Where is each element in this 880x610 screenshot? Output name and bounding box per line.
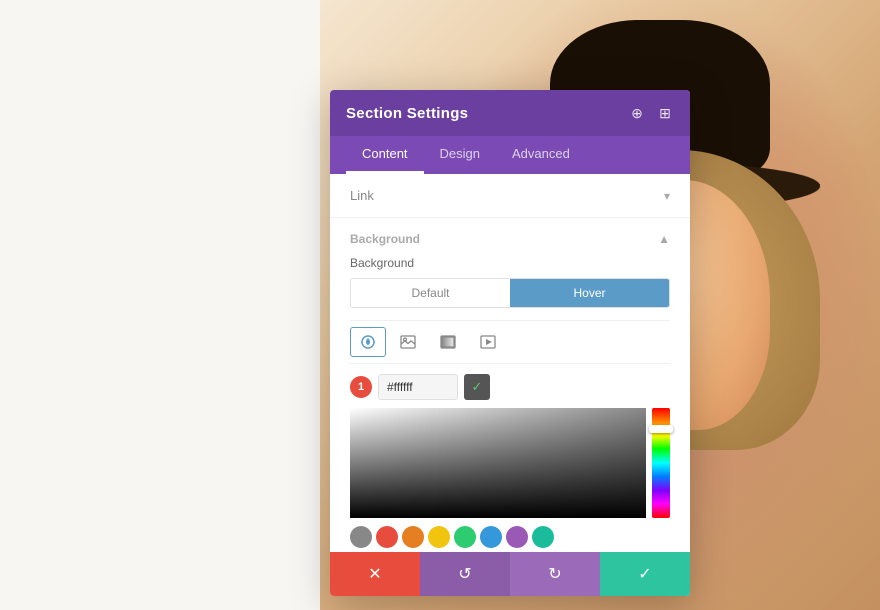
swatch-purple[interactable]: [506, 526, 528, 548]
panel-body: Link ▾ Background ▲ Background Default H…: [330, 174, 690, 552]
hover-toggle-btn[interactable]: Hover: [510, 279, 669, 307]
swatch-green[interactable]: [454, 526, 476, 548]
video-type-btn[interactable]: [470, 327, 506, 357]
swatch-gray[interactable]: [350, 526, 372, 548]
color-badge: 1: [350, 376, 372, 398]
color-picker-area: 1 ✓: [350, 374, 670, 552]
target-icon[interactable]: ⊕: [628, 104, 646, 122]
tab-advanced[interactable]: Advanced: [496, 136, 586, 174]
tab-content[interactable]: Content: [346, 136, 424, 174]
hue-slider[interactable]: [652, 408, 670, 518]
link-row[interactable]: Link ▾: [330, 174, 690, 218]
background-collapse-icon[interactable]: ▲: [658, 232, 670, 246]
cancel-button[interactable]: ✕: [330, 552, 420, 596]
swatch-red[interactable]: [376, 526, 398, 548]
layout-icon[interactable]: ⊞: [656, 104, 674, 122]
swatch-blue[interactable]: [480, 526, 502, 548]
default-toggle-btn[interactable]: Default: [351, 279, 510, 307]
color-confirm-button[interactable]: ✓: [464, 374, 490, 400]
background-title-text: Background: [350, 232, 420, 246]
gradient-type-btn[interactable]: [430, 327, 466, 357]
color-input-row: 1 ✓: [350, 374, 670, 400]
link-label: Link: [350, 188, 374, 203]
gradient-area[interactable]: [350, 408, 646, 518]
background-section-title: Background ▲: [350, 232, 670, 246]
panel-tabs: Content Design Advanced: [330, 136, 690, 174]
background-label: Background: [350, 256, 670, 270]
default-hover-toggle: Default Hover: [350, 278, 670, 308]
undo-button[interactable]: ↺: [420, 552, 510, 596]
swatches-row: [350, 518, 670, 552]
background-left: [0, 0, 350, 610]
tab-design[interactable]: Design: [424, 136, 496, 174]
panel-title: Section Settings: [346, 105, 468, 122]
color-canvas[interactable]: [350, 408, 670, 518]
swatch-teal[interactable]: [532, 526, 554, 548]
panel-header: Section Settings ⊕ ⊞: [330, 90, 690, 136]
redo-button[interactable]: ↻: [510, 552, 600, 596]
hue-slider-thumb: [649, 425, 673, 433]
image-type-btn[interactable]: [390, 327, 426, 357]
header-icons: ⊕ ⊞: [628, 104, 674, 122]
swatch-orange[interactable]: [402, 526, 424, 548]
section-settings-panel: Section Settings ⊕ ⊞ Content Design Adva…: [330, 90, 690, 596]
save-button[interactable]: ✓: [600, 552, 690, 596]
color-type-btn[interactable]: [350, 327, 386, 357]
swatch-yellow[interactable]: [428, 526, 450, 548]
background-section: Background ▲ Background Default Hover: [330, 218, 690, 552]
link-chevron-icon: ▾: [664, 189, 670, 203]
action-bar: ✕ ↺ ↻ ✓: [330, 552, 690, 596]
color-hex-input[interactable]: [378, 374, 458, 400]
bg-type-row: [350, 320, 670, 364]
